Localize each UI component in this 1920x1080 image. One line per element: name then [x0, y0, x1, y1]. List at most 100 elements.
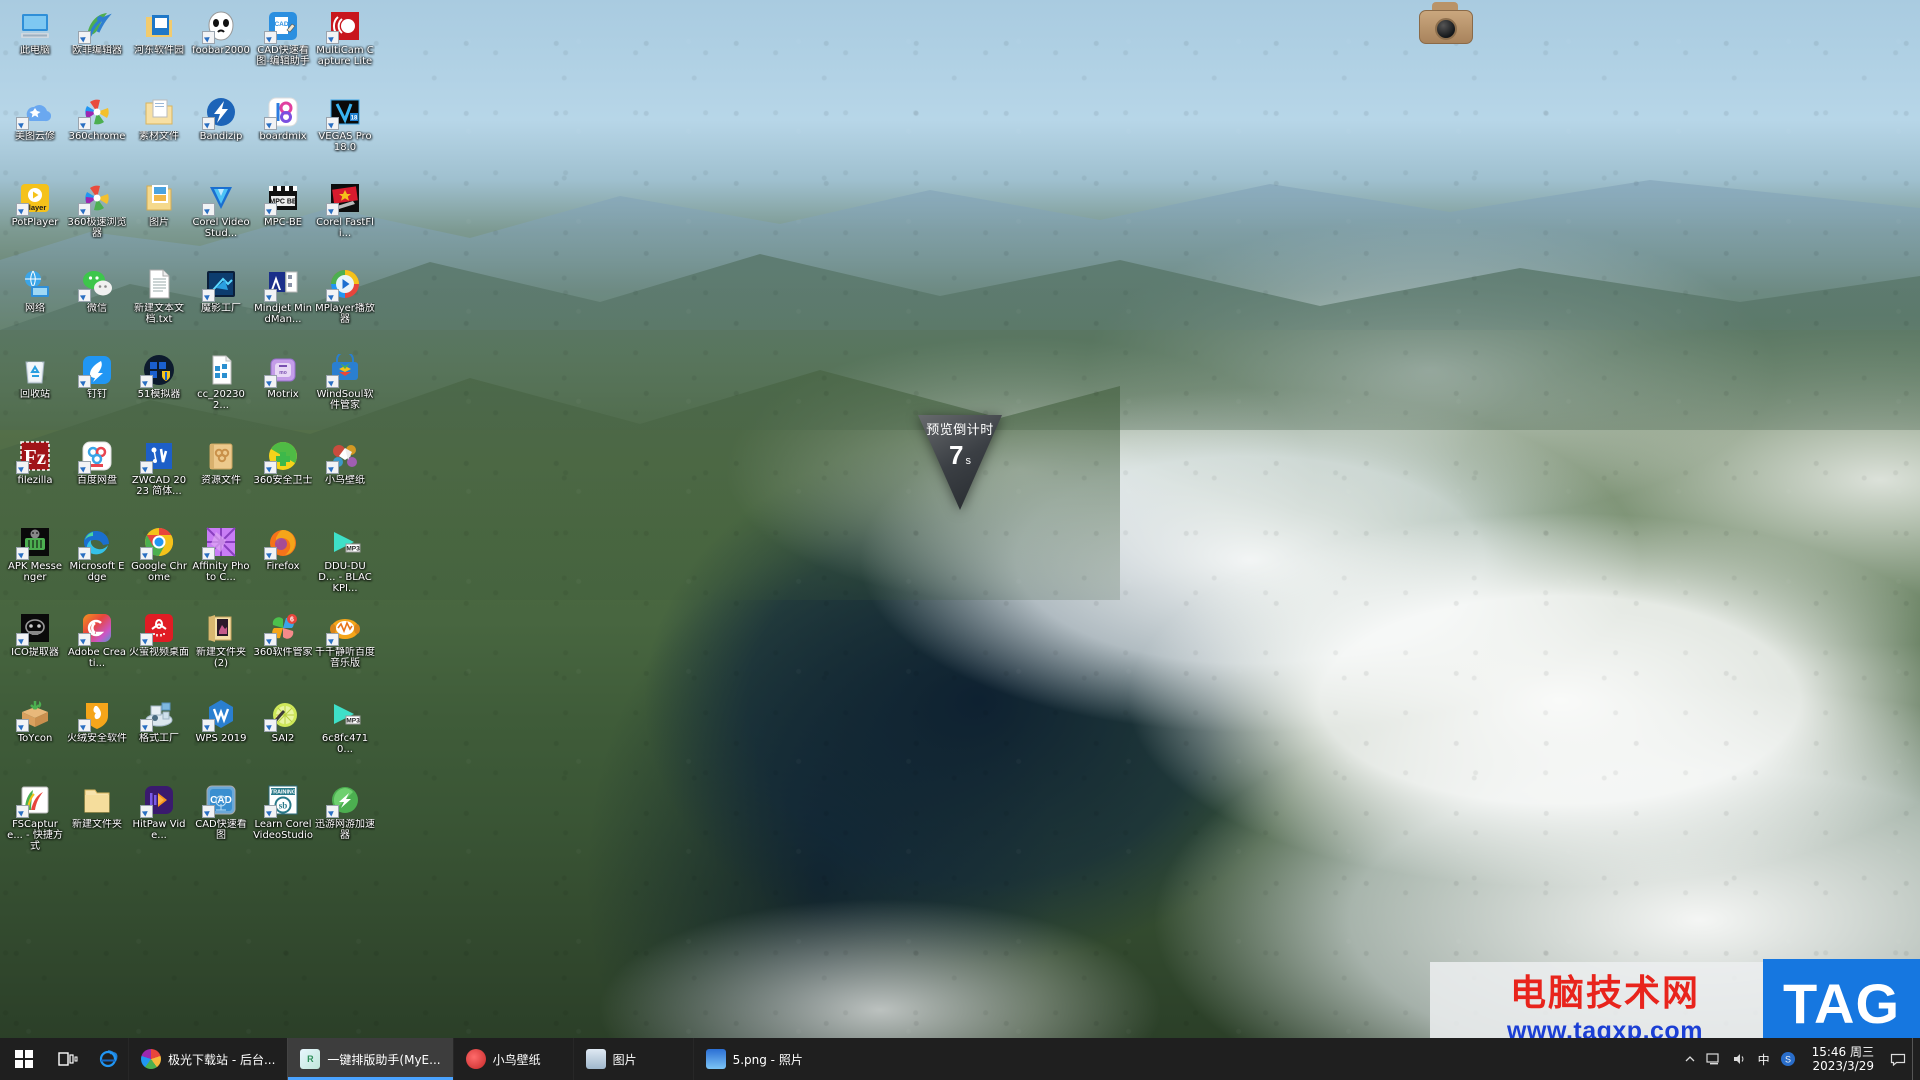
desktop-icon-potplayer[interactable]: Player PotPlayer [4, 176, 66, 262]
desktop-icon-mindjet-mindmanager[interactable]: Mindjet MindMan... [252, 262, 314, 348]
ime-indicator[interactable]: 中 [1758, 1051, 1770, 1068]
hedong-software-icon [143, 10, 175, 42]
microsoft-edge-icon [78, 526, 113, 560]
desktop-icon-apk-messenger[interactable]: APK Messenger [4, 520, 66, 606]
desktop-icon-hedong-software[interactable]: 河东软件园 [128, 4, 190, 90]
desktop-icon-mplayer[interactable]: MPlayer播放器 [314, 262, 376, 348]
taskbar-task-2[interactable]: 小鸟壁纸 [452, 1038, 573, 1080]
desktop-icon-fscapture-shortcut[interactable]: FSCapture... - 快捷方式 [4, 778, 66, 864]
desktop-icon-label: cc_202302... [197, 389, 245, 411]
desktop-icon-mp3-file[interactable]: MP3 DDU-DU D... - BLACKPI... [314, 520, 376, 606]
taskbar-task-1[interactable]: R 一键排版助手(MyE... [287, 1038, 453, 1080]
desktop-icon-google-chrome[interactable]: Google Chrome [128, 520, 190, 606]
show-desktop-button[interactable] [1912, 1038, 1920, 1080]
countdown-value-row: 7s [910, 441, 1010, 475]
shortcut-arrow-icon [264, 719, 277, 732]
desktop-icon-cad-fast-view-2[interactable]: CAD CAD快速看图 [190, 778, 252, 864]
desktop-icon-affinity-photo[interactable]: Affinity Photo C... [190, 520, 252, 606]
desktop-icon-label: SAI2 [271, 733, 295, 744]
desktop-icon-foobar2000[interactable]: foobar2000 [190, 4, 252, 90]
network-tray-icon[interactable] [1705, 1052, 1722, 1066]
taskbar-pinned-internet-explorer[interactable] [88, 1038, 128, 1080]
desktop-icon-sai2[interactable]: SAI2 [252, 692, 314, 778]
desktop-icon-label: 新建文件夹(2) [196, 647, 246, 669]
desktop-icon-vegas-pro[interactable]: 18 VEGAS Pro 18.0 [314, 90, 376, 176]
desktop-icon-bandizip[interactable]: Bandizip [190, 90, 252, 176]
desktop-icon-toycon[interactable]: ToYcon [4, 692, 66, 778]
desktop-icon-new-folder-2[interactable]: 新建文件夹(2) [190, 606, 252, 692]
show-hidden-icons-chevron[interactable] [1684, 1053, 1696, 1065]
taskbar-task-3[interactable]: 图片 [572, 1038, 693, 1080]
desktop-icon-huoying-video-desktop[interactable]: 火萤视频桌面 [128, 606, 190, 692]
360-browser-icon [141, 1049, 161, 1069]
desktop-icon-wechat[interactable]: 微信 [66, 262, 128, 348]
desktop-icon-label: 小鸟壁纸 [325, 475, 365, 486]
desktop-icon-label: 6c8fc4710... [321, 733, 369, 755]
desktop-icon-mpc-be[interactable]: MPC BE MPC-BE [252, 176, 314, 262]
shortcut-arrow-icon [16, 805, 29, 818]
desktop-icon-label: 回收站 [20, 389, 50, 400]
desktop-icon-huorong-security[interactable]: 火绒安全软件 [66, 692, 128, 778]
task-view-button[interactable] [48, 1038, 88, 1080]
action-center-icon[interactable] [1890, 1052, 1906, 1066]
desktop-icon-windsoul-software-manager[interactable]: WindSoul软件管家 [314, 348, 376, 434]
desktop-icon-mp3-file[interactable]: MP3 6c8fc4710... [314, 692, 376, 778]
taskbar-clock[interactable]: 15:46 周三 2023/3/29 [1806, 1045, 1880, 1073]
desktop-icon-text-document[interactable]: 新建文本文档.txt [128, 262, 190, 348]
desktop-icon-360-speed-browser[interactable]: 360极速浏览器 [66, 176, 128, 262]
ico-extractor-icon [16, 612, 51, 646]
desktop-icon-pictures-folder[interactable]: 图片 [128, 176, 190, 262]
desktop-icon-recycle-bin[interactable]: 回收站 [4, 348, 66, 434]
taskbar-task-4[interactable]: 5.png - 照片 [692, 1038, 815, 1080]
desktop-icon-qianqian-music[interactable]: 千千静听百度音乐版 [314, 606, 376, 692]
desktop-icon-ico-extractor[interactable]: ICO提取器 [4, 606, 66, 692]
desktop-icon-microsoft-edge[interactable]: Microsoft Edge [66, 520, 128, 606]
shortcut-arrow-icon [16, 719, 29, 732]
desktop-icon-filezilla[interactable]: Fz filezilla [4, 434, 66, 520]
desktop-icon-hitpaw-video[interactable]: HitPaw Vide... [128, 778, 190, 864]
desktop-icon-corel-videostudio[interactable]: Corel VideoStud... [190, 176, 252, 262]
desktop-icon-360-software-manager[interactable]: 6 360软件管家 [252, 606, 314, 692]
desktop-icon-this-pc[interactable]: 此电脑 [4, 4, 66, 90]
desktop-icon-360chrome[interactable]: 360chrome [66, 90, 128, 176]
desktop-icon-wps-2019[interactable]: WPS 2019 [190, 692, 252, 778]
desktop-icon-label: WPS 2019 [195, 733, 247, 744]
desktop-icon-boardmix[interactable]: boardmix [252, 90, 314, 176]
desktop-icon-xunyou-accelerator[interactable]: 迅游网游加速器 [314, 778, 376, 864]
desktop-icon-resource-files-folder[interactable]: 资源文件 [190, 434, 252, 520]
zwcad-icon [140, 440, 175, 474]
desktop-icon-cad-fast-view[interactable]: CAD CAD快速看图-编辑助手 [252, 4, 314, 90]
ofi-editor-icon [78, 10, 113, 44]
shortcut-arrow-icon [326, 375, 339, 388]
desktop-icon-label: 魔影工厂 [201, 303, 241, 314]
volume-tray-icon[interactable] [1732, 1052, 1748, 1066]
desktop-icon-adobe-creative-cloud[interactable]: Adobe Creati... [66, 606, 128, 692]
desktop-icon-learn-corel-videostudio[interactable]: TRAINING sb Learn Corel VideoStudio [252, 778, 314, 864]
desktop-icon-cc-file[interactable]: cc_202302... [190, 348, 252, 434]
sogou-input-icon[interactable]: S [1780, 1051, 1796, 1067]
taskbar-task-0[interactable]: 极光下载站 - 后台... [128, 1038, 287, 1080]
desktop-icon-baidu-netdisk[interactable]: 百度网盘 [66, 434, 128, 520]
desktop-icon-firefox[interactable]: Firefox [252, 520, 314, 606]
desktop-icon-material-files-folder[interactable]: 素材文件 [128, 90, 190, 176]
shortcut-arrow-icon [326, 203, 339, 216]
desktop-icon-label: 千千静听百度音乐版 [315, 647, 375, 669]
desktop-icon-360-safe-guard[interactable]: 360安全卫士 [252, 434, 314, 520]
desktop-icon-moying-factory[interactable]: 魔影工厂 [190, 262, 252, 348]
desktop-icon-corel-fastflick[interactable]: Corel FastFli... [314, 176, 376, 262]
desktop-icon-ofi-editor[interactable]: 欧菲编辑器 [66, 4, 128, 90]
desktop-icon-bird-wallpaper[interactable]: 小鸟壁纸 [314, 434, 376, 520]
new-folder-icon [81, 784, 113, 816]
camera-widget-icon[interactable] [1415, 0, 1477, 46]
desktop-icon-meitu-yunxiu[interactable]: 美图云修 [4, 90, 66, 176]
desktop-icon-network[interactable]: 网络 [4, 262, 66, 348]
desktop-icon-zwcad[interactable]: ZWCAD 2023 简体... [128, 434, 190, 520]
shortcut-arrow-icon [78, 203, 91, 216]
desktop-icon-format-factory[interactable]: 格式工厂 [128, 692, 190, 778]
desktop-icon-new-folder[interactable]: 新建文件夹 [66, 778, 128, 864]
desktop-icon-dingtalk[interactable]: 钉钉 [66, 348, 128, 434]
desktop-icon-multicam-capture[interactable]: MultiCam Capture Lite [314, 4, 376, 90]
desktop-icon-motrix[interactable]: mo Motrix [252, 348, 314, 434]
desktop-icon-51-emulator[interactable]: 51模拟器 [128, 348, 190, 434]
start-button[interactable] [0, 1038, 48, 1080]
